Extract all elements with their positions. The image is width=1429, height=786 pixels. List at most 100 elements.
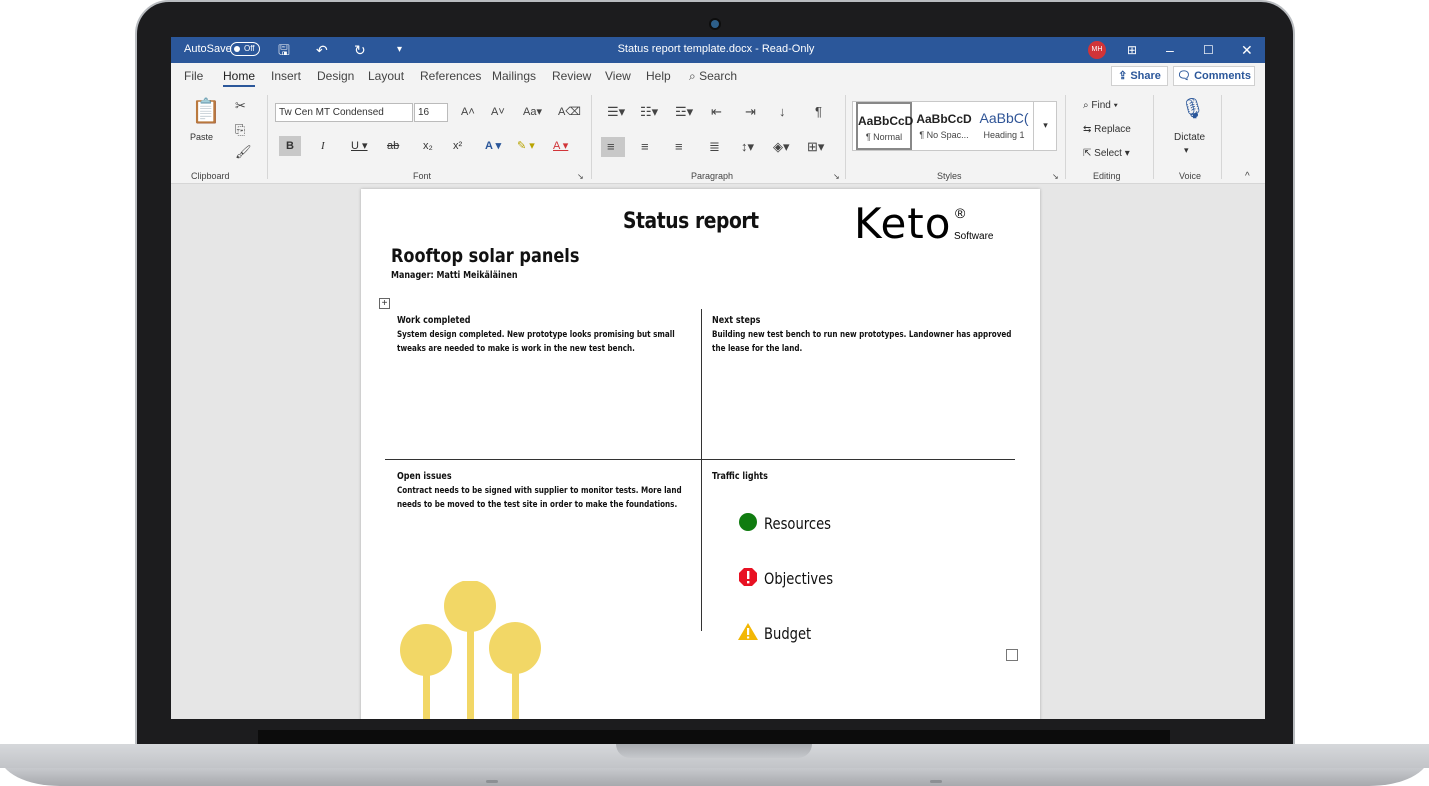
laptop-notch [616,744,812,758]
style-sample: AaBbCcD [916,112,972,126]
styles-gallery: AaBbCcD ¶ Normal AaBbCcD ¶ No Spac... Aa… [852,101,1057,151]
highlight-button[interactable]: ✎ ▾ [517,136,535,156]
subscript-button[interactable]: x₂ [423,136,433,156]
justify-icon[interactable]: ≣ [709,139,720,155]
maximize-icon[interactable]: ☐ [1203,40,1214,60]
microphone-icon[interactable]: 🎙 [1180,98,1205,120]
tab-references[interactable]: References [420,69,481,83]
tab-design[interactable]: Design [317,69,354,83]
multilevel-list-icon[interactable]: ☲▾ [675,104,693,120]
styles-more-button[interactable]: ▾ [1033,101,1057,151]
warning-icon [738,623,758,640]
comments-label: Comments [1194,70,1251,82]
ribbon-display-icon[interactable]: ⊞ [1127,40,1137,60]
traffic-light-resources: Resources [764,514,832,533]
italic-button[interactable]: I [321,136,325,156]
center-icon[interactable]: ≡ [641,139,649,155]
line-spacing-icon[interactable]: ↕▾ [741,139,754,155]
copy-icon[interactable]: ⎘ [235,122,245,138]
comments-button[interactable]: 🗨 Comments [1173,66,1255,86]
text-effects-button[interactable]: A ▾ [485,136,501,156]
manager-name: Manager: Matti Meikäläinen [391,270,518,281]
format-painter-icon[interactable]: 🖌 [235,144,252,160]
style-heading-1[interactable]: AaBbC( Heading 1 [975,102,1033,150]
underline-button[interactable]: U ▾ [351,136,368,156]
logo-registered-mark: ® [955,205,966,221]
minimize-icon[interactable]: – [1166,40,1174,60]
layout-options-checkbox[interactable] [1006,649,1018,661]
styles-dialog-launcher-icon[interactable]: ↘ [1052,169,1059,185]
tab-insert[interactable]: Insert [271,69,301,83]
next-steps-text: Building new test bench to run new proto… [712,330,1012,354]
laptop-foot [930,780,942,783]
cut-icon[interactable]: ✂ [235,98,246,114]
ribbon: 📋 Paste ✂ ⎘ 🖌 Clipboard Tw Cen MT Conden… [171,89,1265,184]
superscript-button[interactable]: x² [453,136,462,156]
decrease-indent-icon[interactable]: ⇤ [711,104,722,120]
change-case-button[interactable]: Aa▾ [523,104,542,120]
collapse-ribbon-icon[interactable]: ^ [1245,169,1250,185]
table-move-handle-icon[interactable]: + [379,298,390,309]
style-no-spacing[interactable]: AaBbCcD ¶ No Spac... [914,102,974,150]
style-name: ¶ No Spac... [919,130,969,140]
logo-subtext: Software [954,231,994,242]
strikethrough-button[interactable]: ab [387,136,399,156]
document-page[interactable]: Status report Keto ® Software Rooftop so… [361,189,1040,719]
font-color-button[interactable]: A ▾ [553,136,568,156]
undo-icon[interactable]: ↶ [316,40,328,60]
tab-review[interactable]: Review [552,69,591,83]
bold-button[interactable]: B [279,136,301,156]
customize-qat-icon[interactable]: ▾ [397,40,402,60]
paste-button[interactable]: Paste [190,132,213,142]
replace-button[interactable]: ⇆ Replace [1083,124,1131,135]
document-title: Status report template.docx - Read-Only [617,43,815,55]
font-dialog-launcher-icon[interactable]: ↘ [577,169,584,185]
bullets-icon[interactable]: ☰▾ [607,104,625,120]
select-label: Select [1094,148,1122,159]
select-icon: ⇱ [1083,148,1095,159]
increase-indent-icon[interactable]: ⇥ [745,104,756,120]
font-size-select[interactable]: 16 [414,103,448,122]
paste-icon[interactable]: 📋 [191,99,221,125]
grow-font-icon[interactable]: A˄ [461,104,475,120]
clipboard-group-label: Clipboard [191,171,230,181]
font-name-select[interactable]: Tw Cen MT Condensed [275,103,413,122]
sort-icon[interactable]: ↓ [779,104,786,120]
share-button[interactable]: ⇪ Share [1111,66,1168,86]
dictate-dropdown-icon[interactable]: ▾ [1184,145,1189,156]
font-group-label: Font [413,171,432,181]
borders-icon[interactable]: ⊞▾ [807,139,824,155]
logo-wordmark: Keto [854,199,952,248]
paragraph-dialog-launcher-icon[interactable]: ↘ [833,169,840,185]
tab-file[interactable]: File [184,69,203,83]
tab-help[interactable]: Help [646,69,671,83]
shrink-font-icon[interactable]: A˅ [491,104,505,120]
laptop-hinge [258,730,1170,744]
change-case-label: Aa [523,106,537,118]
select-button[interactable]: ⇱ Select ▾ [1083,148,1130,159]
search-box[interactable]: ⌕ Search [689,69,737,84]
user-avatar[interactable]: MH [1088,41,1106,59]
close-icon[interactable]: ✕ [1241,40,1253,60]
tab-view[interactable]: View [605,69,631,83]
dictate-button[interactable]: Dictate [1174,132,1205,143]
styles-group-label: Styles [937,171,962,181]
autosave-toggle[interactable]: Off [230,42,260,56]
style-normal[interactable]: AaBbCcD ¶ Normal [856,102,913,150]
find-button[interactable]: ⌕ Find ▾ [1083,100,1118,111]
align-right-icon[interactable]: ≡ [675,139,683,155]
ribbon-separator [1153,95,1154,179]
tab-home[interactable]: Home [223,69,256,87]
tab-mailings[interactable]: Mailings [492,69,536,83]
numbering-icon[interactable]: ☷▾ [640,104,658,120]
tab-layout[interactable]: Layout [368,69,404,83]
show-marks-icon[interactable]: ¶ [815,104,822,120]
find-label: Find [1091,100,1111,111]
save-icon[interactable]: 🖫 [278,40,290,60]
clear-formatting-icon[interactable]: A⌫ [558,104,581,120]
ribbon-separator [267,95,268,179]
shading-icon[interactable]: ◈▾ [773,139,790,155]
editing-group-label: Editing [1093,171,1121,181]
work-completed-text: System design completed. New prototype l… [397,330,675,354]
redo-icon[interactable]: ↻ [354,40,366,60]
